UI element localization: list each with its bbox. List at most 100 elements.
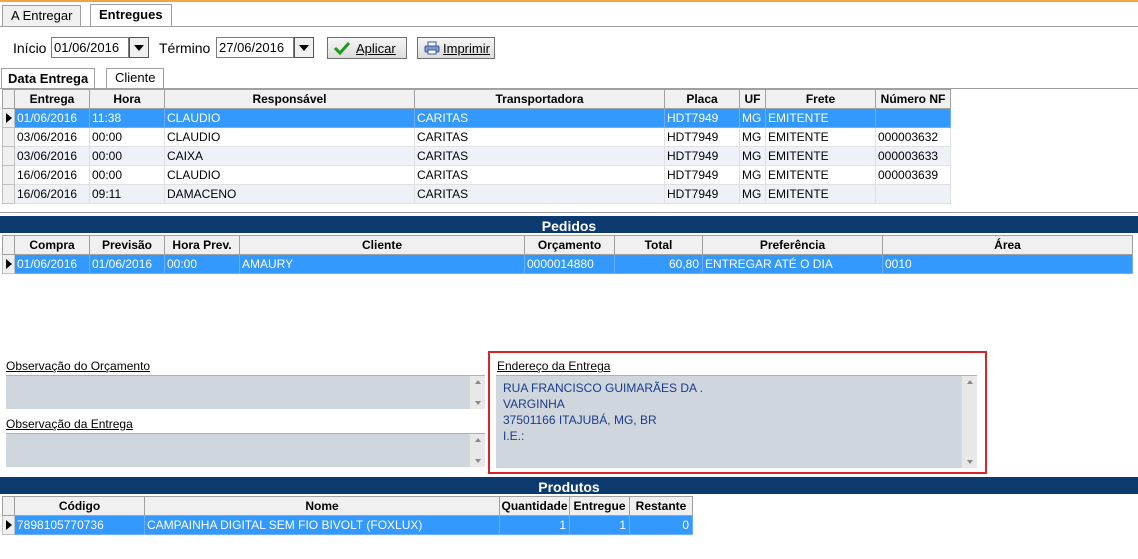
col-entrega[interactable]: Entrega	[14, 89, 90, 109]
cell: EMITENTE	[765, 127, 876, 147]
inicio-date-field[interactable]: 01/06/2016	[51, 37, 129, 58]
cell: CLAUDIO	[164, 108, 415, 128]
termino-label: Término	[159, 40, 211, 56]
table-row[interactable]: 01/06/2016 01/06/2016 00:00 AMAURY 00000…	[2, 254, 1133, 274]
obs-entrega-field[interactable]	[6, 433, 485, 467]
row-indicator	[2, 165, 15, 185]
cell: HDT7949	[664, 108, 740, 128]
cell: 09:11	[89, 184, 165, 204]
col-previsao[interactable]: Previsão	[89, 235, 165, 255]
cell: 16/06/2016	[14, 165, 90, 185]
col-numero-nf[interactable]: Número NF	[875, 89, 951, 109]
scroll-up-icon	[966, 380, 973, 384]
table-row[interactable]: 16/06/2016 00:00 CLAUDIO CARITAS HDT7949…	[2, 165, 951, 185]
cell: MG	[739, 127, 766, 147]
col-preferencia[interactable]: Preferência	[702, 235, 883, 255]
col-orcamento[interactable]: Orçamento	[524, 235, 615, 255]
top-accent-line	[0, 0, 1138, 2]
termino-date-field[interactable]: 27/06/2016	[216, 37, 294, 58]
header-indicator	[2, 496, 15, 516]
cell: 000003633	[875, 146, 951, 166]
current-row-arrow-icon	[6, 520, 12, 530]
cell: CLAUDIO	[164, 165, 415, 185]
cell: CARITAS	[414, 127, 665, 147]
pedidos-header-row: Compra Previsão Hora Prev. Cliente Orçam…	[2, 235, 1133, 255]
scroll-down-icon	[474, 459, 481, 463]
cell: HDT7949	[664, 184, 740, 204]
obs-orcamento-field[interactable]	[6, 375, 485, 409]
endereco-scrollbar[interactable]	[961, 376, 977, 468]
tab-cliente[interactable]: Cliente	[106, 68, 165, 88]
col-transportadora[interactable]: Transportadora	[414, 89, 665, 109]
tab-a-entregar[interactable]: A Entregar	[2, 5, 82, 27]
termino-dropdown-button[interactable]	[294, 37, 314, 58]
entregas-header-row: Entrega Hora Responsável Transportadora …	[2, 89, 951, 109]
col-frete[interactable]: Frete	[765, 89, 876, 109]
obs-entrega-scrollbar[interactable]	[469, 434, 485, 467]
cell: CAIXA	[164, 146, 415, 166]
col-total[interactable]: Total	[614, 235, 703, 255]
tab-data-entrega[interactable]: Data Entrega	[1, 68, 96, 89]
cell: 0010	[882, 254, 1133, 274]
cell: 03/06/2016	[14, 127, 90, 147]
col-responsavel[interactable]: Responsável	[164, 89, 415, 109]
cell: AMAURY	[239, 254, 525, 274]
row-indicator	[2, 254, 15, 274]
entregas-table: Entrega Hora Responsável Transportadora …	[2, 89, 951, 204]
cell: CLAUDIO	[164, 127, 415, 147]
obs-orcamento-scrollbar[interactable]	[469, 376, 485, 409]
col-entregue[interactable]: Entregue	[569, 496, 630, 516]
endereco-line-4: I.E.:	[503, 429, 525, 443]
scroll-down-icon	[474, 401, 481, 405]
cell: 1	[569, 515, 630, 535]
checkmark-icon	[334, 41, 350, 55]
imprimir-button[interactable]: Imprimir	[417, 37, 495, 59]
col-quantidade[interactable]: Quantidade	[499, 496, 570, 516]
cell: CARITAS	[414, 108, 665, 128]
aplicar-label: Aplicar	[356, 40, 396, 56]
current-row-arrow-icon	[6, 259, 12, 269]
endereco-line-1: RUA FRANCISCO GUIMARÃES DA .	[503, 381, 704, 395]
col-compra[interactable]: Compra	[14, 235, 90, 255]
cell: 7898105770736	[14, 515, 145, 535]
cell: 01/06/2016	[14, 254, 90, 274]
col-restante[interactable]: Restante	[629, 496, 693, 516]
cell: MG	[739, 165, 766, 185]
cell: MG	[739, 108, 766, 128]
produtos-table: Código Nome Quantidade Entregue Restante…	[2, 496, 693, 535]
aplicar-button[interactable]: Aplicar	[327, 37, 407, 59]
table-row[interactable]: 03/06/2016 00:00 CAIXA CARITAS HDT7949 M…	[2, 146, 951, 166]
tab-entregues[interactable]: Entregues	[90, 4, 172, 27]
col-hora-prev[interactable]: Hora Prev.	[164, 235, 240, 255]
col-uf[interactable]: UF	[739, 89, 766, 109]
cell: 01/06/2016	[14, 108, 90, 128]
cell: 000003632	[875, 127, 951, 147]
header-indicator	[2, 235, 15, 255]
table-row[interactable]: 7898105770736 CAMPAINHA DIGITAL SEM FIO …	[2, 515, 693, 535]
obs-orcamento-label: Observação do Orçamento	[6, 359, 151, 373]
col-placa[interactable]: Placa	[664, 89, 740, 109]
cell: 00:00	[164, 254, 240, 274]
cell: 16/06/2016	[14, 184, 90, 204]
col-hora[interactable]: Hora	[89, 89, 165, 109]
table-row[interactable]: 01/06/2016 11:38 CLAUDIO CARITAS HDT7949…	[2, 108, 951, 128]
table-row[interactable]: 16/06/2016 09:11 DAMACENO CARITAS HDT794…	[2, 184, 951, 204]
table-row[interactable]: 03/06/2016 00:00 CLAUDIO CARITAS HDT7949…	[2, 127, 951, 147]
cell: HDT7949	[664, 165, 740, 185]
cell: ENTREGAR ATÉ O DIA	[702, 254, 883, 274]
cell	[875, 108, 951, 128]
col-area[interactable]: Área	[882, 235, 1133, 255]
col-cliente[interactable]: Cliente	[239, 235, 525, 255]
pedidos-table: Compra Previsão Hora Prev. Cliente Orçam…	[2, 235, 1133, 274]
cell: MG	[739, 184, 766, 204]
printer-icon	[424, 41, 440, 55]
cell: 00:00	[89, 146, 165, 166]
scroll-down-icon	[966, 460, 973, 464]
cell: 60,80	[614, 254, 703, 274]
endereco-line-3: 37501166 ITAJUBÁ, MG, BR	[503, 413, 657, 427]
inicio-dropdown-button[interactable]	[129, 37, 149, 58]
col-nome[interactable]: Nome	[144, 496, 500, 516]
col-codigo[interactable]: Código	[14, 496, 145, 516]
produtos-header-row: Código Nome Quantidade Entregue Restante	[2, 496, 693, 516]
cell: CARITAS	[414, 146, 665, 166]
